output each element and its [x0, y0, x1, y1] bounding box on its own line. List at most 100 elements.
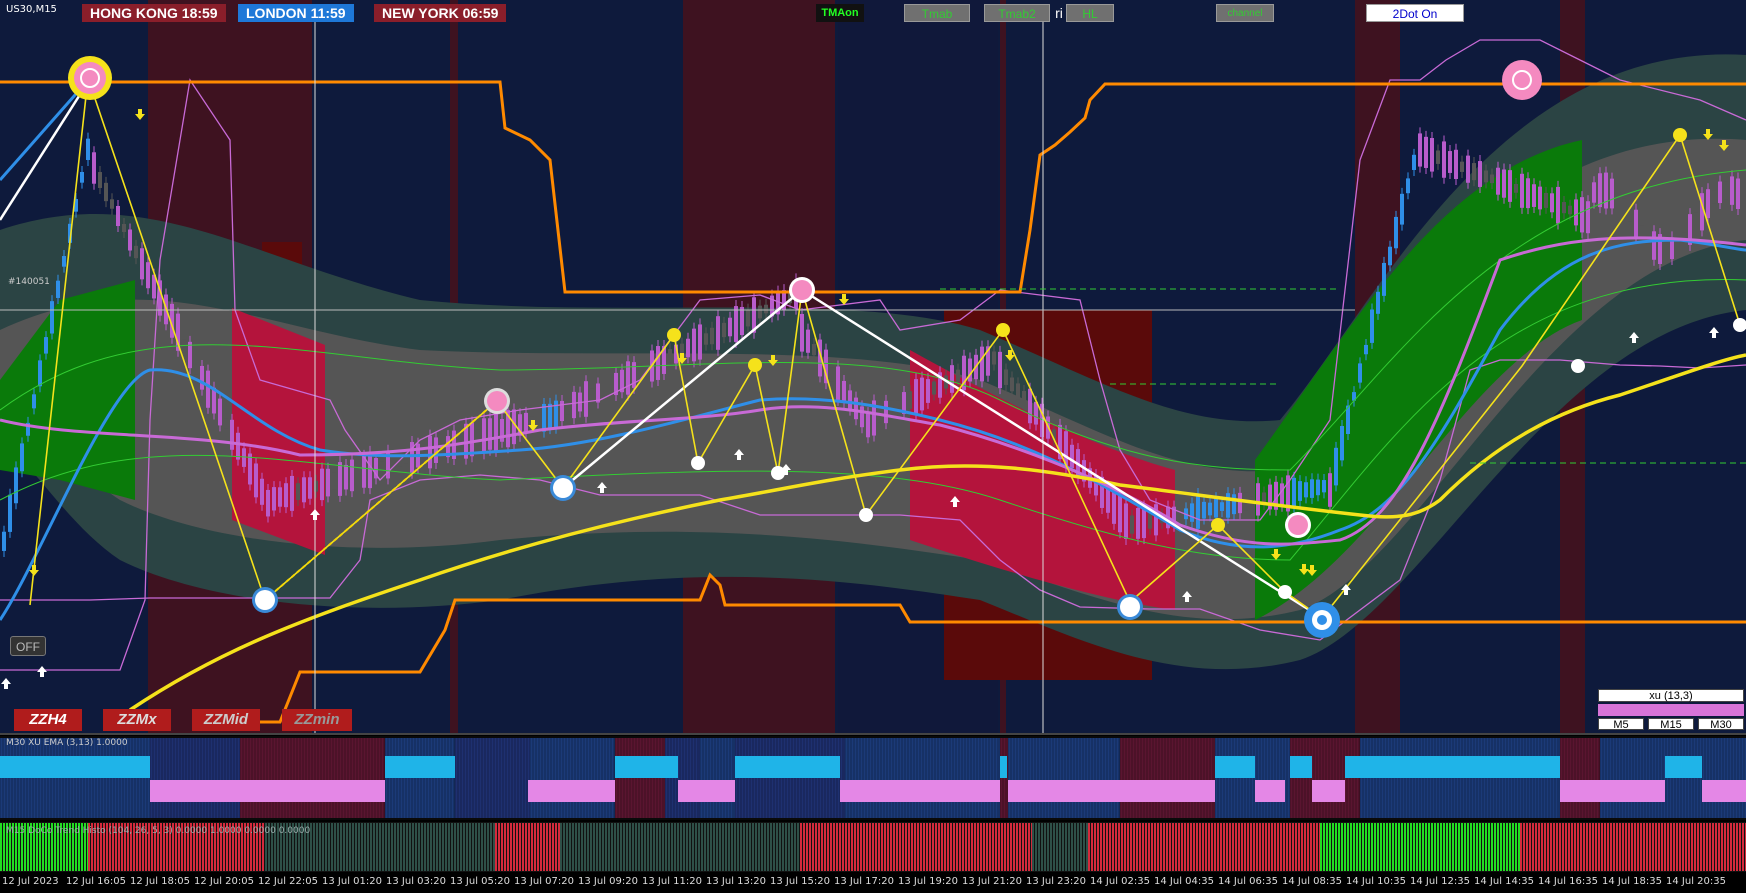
histo-bar [989, 823, 991, 871]
tmaon-button[interactable]: TMAon [816, 4, 864, 22]
xu-segment [1008, 738, 1120, 818]
histo-bar [469, 823, 471, 871]
histo-bar [1616, 823, 1618, 871]
histo-bar [415, 823, 417, 871]
off-button[interactable]: OFF [10, 636, 46, 656]
candle-body [1442, 141, 1446, 178]
histo-bar [495, 823, 497, 871]
histo-bar [1127, 823, 1129, 871]
candle-body [1112, 489, 1116, 524]
histo-bar [1434, 823, 1436, 871]
candle-body [1610, 178, 1614, 209]
xu-cyan-bar [1215, 756, 1255, 778]
candle-body [740, 306, 744, 336]
histo-bar [851, 823, 853, 871]
histo-bar [1491, 823, 1493, 871]
histo-bar [797, 823, 799, 871]
xu-cyan-bar [1000, 756, 1007, 778]
histo-bar [1407, 823, 1409, 871]
histo-bar [1274, 823, 1276, 871]
candle-body [956, 369, 960, 383]
histo-bar [779, 823, 781, 871]
histo-bar [1565, 823, 1567, 871]
candle-body [1280, 483, 1284, 506]
candle-body [14, 467, 18, 504]
hl-button[interactable]: HL [1066, 4, 1114, 22]
histo-bar [1109, 823, 1111, 871]
candle-body [1010, 377, 1014, 392]
zzmx-button[interactable]: ZZMx [103, 709, 171, 731]
time-axis-label: 13 Jul 09:20 [578, 876, 638, 887]
histo-bar [1148, 823, 1150, 871]
histo-bar [740, 823, 742, 871]
candle-body [134, 245, 138, 259]
histo-bar [974, 823, 976, 871]
candle-body [1514, 184, 1518, 193]
histo-bar [1700, 823, 1702, 871]
histo-bar [1151, 823, 1153, 871]
histo-bar [1419, 823, 1421, 871]
tf-m15-button[interactable]: M15 [1648, 718, 1694, 731]
histo-bar [947, 823, 949, 871]
candle-body [1394, 216, 1398, 249]
histo-bar [1080, 823, 1082, 871]
time-axis-label: 14 Jul 12:35 [1410, 876, 1470, 887]
histo-bar [935, 823, 937, 871]
candle-body [1388, 246, 1392, 266]
candle-body [224, 418, 228, 429]
candle-body [254, 463, 258, 498]
zzmid-button[interactable]: ZZMid [192, 709, 260, 731]
histo-bar [761, 823, 763, 871]
histo-bar [647, 823, 649, 871]
histo-bar [572, 823, 574, 871]
histo-bar [758, 823, 760, 871]
histo-bar [1380, 823, 1382, 871]
candle-body [1472, 163, 1476, 181]
candle-body [2, 531, 6, 551]
histo-bar [1038, 823, 1040, 871]
histo-bar [1386, 823, 1388, 871]
price-chart[interactable] [0, 0, 1746, 893]
tmab-button[interactable]: Tmab [904, 4, 970, 22]
histo-bar [1404, 823, 1406, 871]
xu-cyan-bar [1665, 756, 1702, 778]
zzh4-button[interactable]: ZZH4 [14, 709, 82, 731]
candle-body [1226, 493, 1230, 518]
histo-bar [746, 823, 748, 871]
candle-body [50, 301, 54, 334]
tmab2-button[interactable]: Tmab2 [984, 4, 1050, 22]
histo-bar [1679, 823, 1681, 871]
histo-bar [1667, 823, 1669, 871]
histo-bar [1706, 823, 1708, 871]
candle-body [110, 199, 114, 209]
histo-bar [1730, 823, 1732, 871]
histo-bar [686, 823, 688, 871]
candle-body [1568, 205, 1572, 215]
tf-m30-button[interactable]: M30 [1698, 718, 1744, 731]
tf-m5-button[interactable]: M5 [1598, 718, 1644, 731]
histo-bar [854, 823, 856, 871]
channel-button[interactable]: channel [1216, 4, 1274, 22]
two-dot-button[interactable]: 2Dot On [1366, 4, 1464, 22]
histo-bar [1607, 823, 1609, 871]
histo-bar [869, 823, 871, 871]
histo-bar [611, 823, 613, 871]
zzmin-button[interactable]: ZZmin [282, 709, 352, 731]
histo-bar [1059, 823, 1061, 871]
histo-bar [1184, 823, 1186, 871]
histo-bar [1619, 823, 1621, 871]
candle-body [356, 466, 360, 481]
histo-bar [1142, 823, 1144, 871]
candle-body [722, 322, 726, 338]
histo-bar [493, 823, 495, 871]
candle-body [1400, 193, 1404, 225]
candle-body [1592, 182, 1596, 203]
candle-body [920, 377, 924, 411]
histo-bar [1529, 823, 1531, 871]
histo-bar [1461, 823, 1463, 871]
candle-body [1292, 477, 1296, 507]
histo-bar [1500, 823, 1502, 871]
candle-body [230, 419, 234, 450]
histo-bar [1523, 823, 1525, 871]
histo-bar [1541, 823, 1543, 871]
